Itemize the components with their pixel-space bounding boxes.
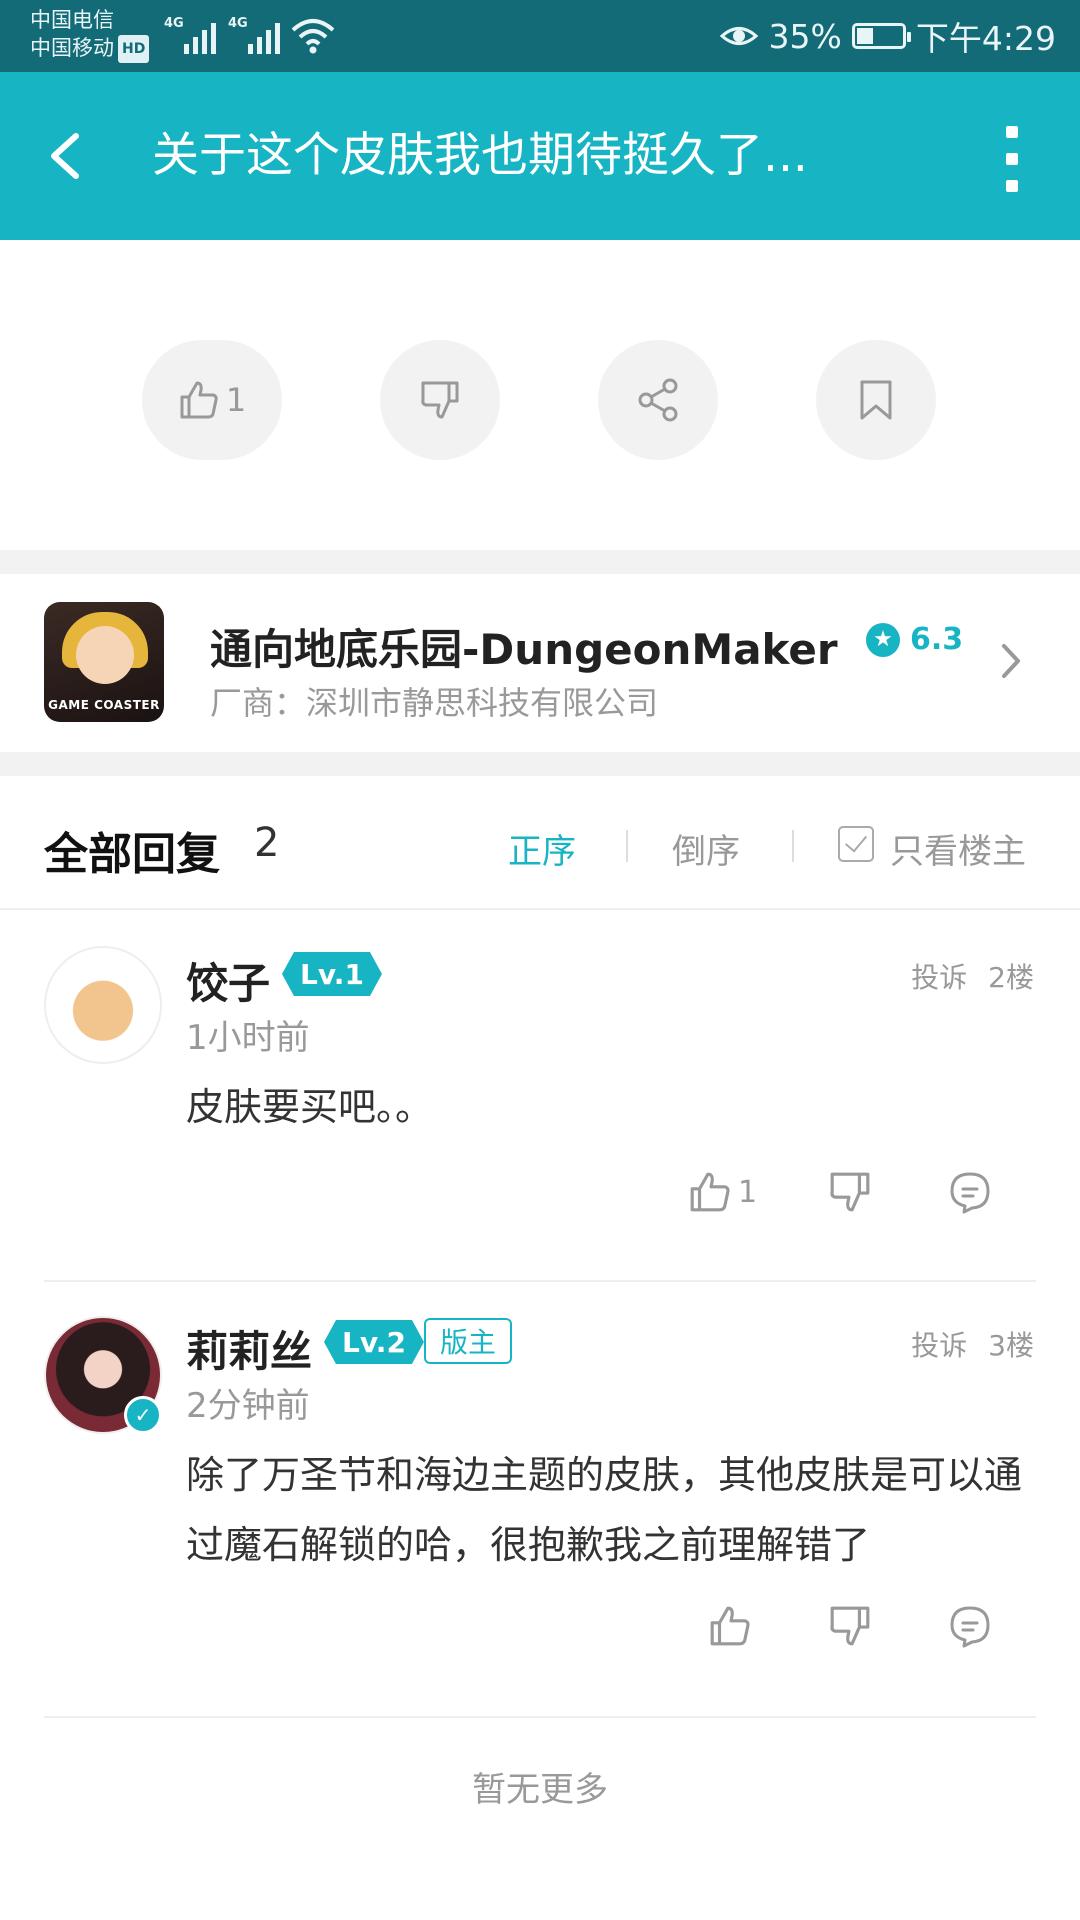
comment-meta: 投诉 3楼 xyxy=(911,1324,1034,1364)
replies-count: 2 xyxy=(254,820,280,866)
comment-text: 除了万圣节和海边主题的皮肤，其他皮肤是可以通过魔石解锁的哈，很抱歉我之前理解错了 xyxy=(186,1453,1023,1567)
like-button[interactable]: 1 xyxy=(142,340,282,460)
comment-like-button[interactable] xyxy=(708,1596,758,1656)
divider xyxy=(792,830,794,862)
thumbs-up-icon xyxy=(180,381,218,419)
back-arrow-icon xyxy=(51,133,79,179)
carrier-2: 中国移动 xyxy=(30,36,114,60)
clock: 下午4:29 xyxy=(915,19,1056,58)
game-vendor: 厂商：深圳市静思科技有限公司 xyxy=(210,684,659,722)
only-op-label[interactable]: 只看楼主 xyxy=(890,824,1026,873)
comment-dislike-button[interactable] xyxy=(828,1162,872,1222)
sort-ascending-tab[interactable]: 正序 xyxy=(508,824,576,873)
game-rating: ★ 6.3 xyxy=(866,622,963,657)
hd-badge: HD xyxy=(118,35,150,63)
comment-dislike-button[interactable] xyxy=(828,1596,872,1656)
only-op-checkbox[interactable] xyxy=(838,826,874,862)
section-divider xyxy=(0,752,1080,776)
battery-icon xyxy=(851,23,911,49)
battery-percent: 35% xyxy=(768,16,842,56)
moderator-badge: 版主 xyxy=(424,1318,513,1364)
report-link[interactable]: 投诉 xyxy=(911,961,967,994)
divider xyxy=(626,830,628,862)
reply-bubble-icon xyxy=(950,1172,990,1214)
floor-number: 3楼 xyxy=(988,1329,1034,1362)
rating-value: 6.3 xyxy=(910,622,964,657)
comment-time: 1小时前 xyxy=(186,1018,310,1058)
thumbs-down-icon xyxy=(830,1172,870,1212)
comment-reply-button[interactable] xyxy=(948,1162,992,1222)
replies-title: 全部回复 xyxy=(44,829,220,880)
dislike-button[interactable] xyxy=(380,340,500,460)
thumbs-down-icon xyxy=(830,1606,870,1646)
eye-comfort-icon xyxy=(719,27,758,45)
comment-like-count: 1 xyxy=(738,1174,758,1210)
verified-check-icon: ✓ xyxy=(124,1396,162,1434)
game-name: 通向地底乐园-DungeonMaker xyxy=(210,625,838,674)
comment-meta: 投诉 2楼 xyxy=(911,956,1034,996)
back-button[interactable] xyxy=(40,122,100,190)
level-badge: Lv.2 xyxy=(324,1320,424,1364)
floor-number: 2楼 xyxy=(988,961,1034,994)
game-icon: GAME COASTER xyxy=(44,602,164,722)
bookmark-button[interactable] xyxy=(816,340,936,460)
reply-bubble-icon xyxy=(950,1606,990,1648)
app-bar: 关于这个皮肤我也期待挺久了... xyxy=(0,72,1080,240)
carrier-info: 中国电信 中国移动 HD xyxy=(30,6,150,63)
no-more-text: 暂无更多 xyxy=(472,1770,608,1810)
status-bar: 中国电信 中国移动 HD 4G 4G 35% 下午4:29 xyxy=(0,0,1080,72)
thumbs-up-icon xyxy=(690,1172,730,1212)
game-card[interactable]: GAME COASTER 通向地底乐园-DungeonMaker ★ 6.3 厂… xyxy=(0,574,1080,752)
wifi-icon xyxy=(291,19,335,54)
star-icon: ★ xyxy=(866,622,900,657)
section-divider xyxy=(0,550,1080,574)
comment-like-button[interactable]: 1 xyxy=(688,1162,757,1222)
divider xyxy=(44,1280,1036,1282)
comment-username[interactable]: 饺子 xyxy=(186,950,270,1011)
thumbs-down-icon xyxy=(421,381,459,419)
more-menu-button[interactable] xyxy=(998,126,1026,192)
sort-descending-tab[interactable]: 倒序 xyxy=(672,824,740,873)
replies-header: 全部回复 2 正序 倒序 只看楼主 xyxy=(0,776,1080,910)
comment-reply-button[interactable] xyxy=(948,1596,992,1656)
avatar[interactable] xyxy=(44,946,162,1064)
comment-text: 皮肤要买吧。。 xyxy=(186,1085,434,1129)
like-count: 1 xyxy=(225,381,247,419)
thumbs-up-icon xyxy=(710,1606,750,1646)
share-button[interactable] xyxy=(598,340,718,460)
share-icon xyxy=(638,378,678,422)
comment-time: 2分钟前 xyxy=(186,1386,310,1426)
comment-username[interactable]: 莉莉丝 xyxy=(186,1318,312,1379)
divider xyxy=(44,1716,1036,1718)
bookmark-icon xyxy=(860,380,892,420)
game-icon-label: GAME COASTER xyxy=(48,698,160,712)
carrier-1: 中国电信 xyxy=(30,8,114,32)
chevron-right-icon xyxy=(1002,644,1020,678)
page-title: 关于这个皮肤我也期待挺久了... xyxy=(152,128,808,183)
post-actions: 1 xyxy=(0,240,1080,550)
level-badge: Lv.1 xyxy=(282,952,382,996)
report-link[interactable]: 投诉 xyxy=(911,1329,967,1362)
